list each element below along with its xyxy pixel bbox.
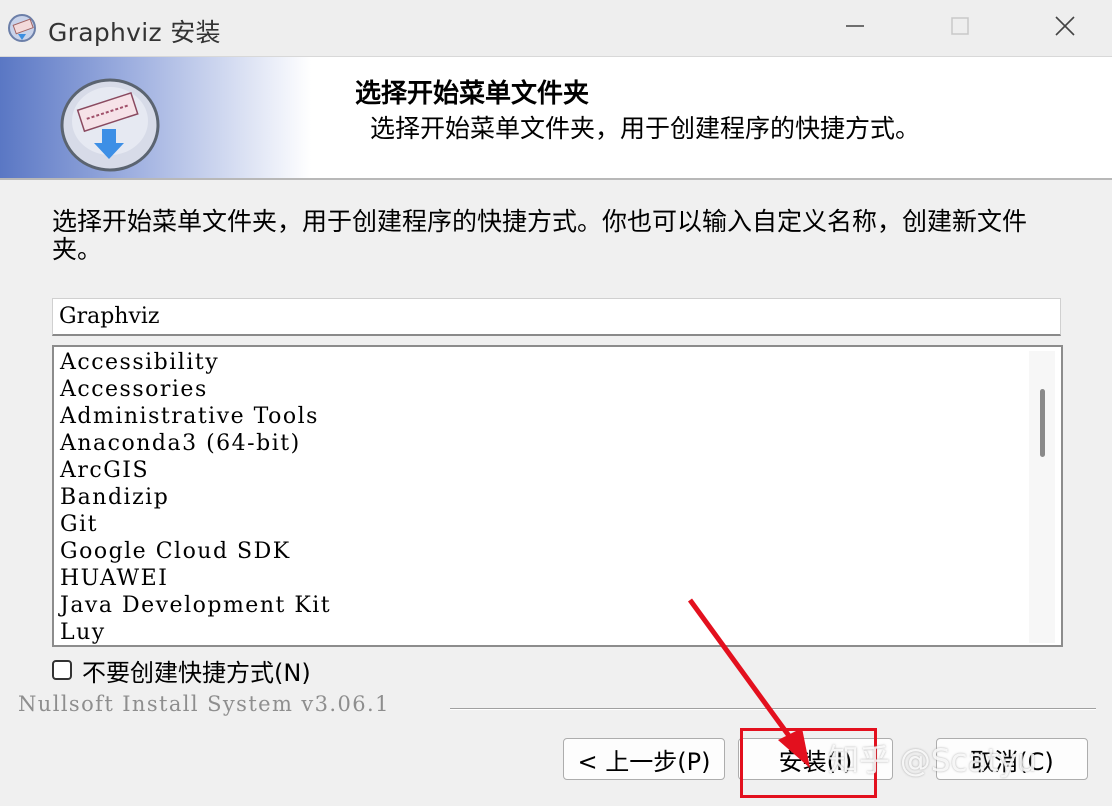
list-item[interactable]: Accessibility <box>60 349 331 376</box>
list-item[interactable]: Bandizip <box>60 484 331 511</box>
maximize-button[interactable] <box>930 6 990 50</box>
cancel-button[interactable]: 取消(C) <box>936 738 1088 780</box>
no-shortcuts-option[interactable]: 不要创建快捷方式(N) <box>52 656 311 687</box>
wizard-header: 选择开始菜单文件夹 选择开始菜单文件夹，用于创建程序的快捷方式。 <box>0 57 1112 180</box>
list-item[interactable]: ArcGIS <box>60 457 331 484</box>
no-shortcuts-checkbox[interactable] <box>52 660 72 680</box>
list-item[interactable]: Luy <box>60 619 331 645</box>
list-item[interactable]: Anaconda3 (64-bit) <box>60 430 331 457</box>
list-item[interactable]: Accessories <box>60 376 331 403</box>
nsis-branding-text: Nullsoft Install System v3.06.1 <box>18 692 390 716</box>
instruction-text: 选择开始菜单文件夹，用于创建程序的快捷方式。你也可以输入自定义名称，创建新文件夹… <box>52 207 1028 264</box>
maximize-icon <box>948 14 972 42</box>
start-menu-folder-input[interactable] <box>52 298 1061 336</box>
list-item[interactable]: Git <box>60 511 331 538</box>
list-item[interactable]: Java Development Kit <box>60 592 331 619</box>
close-icon <box>1052 13 1078 43</box>
title-bar: Graphviz 安装 <box>0 0 1112 57</box>
vertical-scrollbar[interactable] <box>1029 351 1055 643</box>
installer-logo-icon <box>58 73 168 173</box>
close-button[interactable] <box>1035 6 1095 50</box>
branding-divider <box>450 708 1096 710</box>
list-item[interactable]: HUAWEI <box>60 565 331 592</box>
window-title: Graphviz 安装 <box>48 18 221 47</box>
header-subtitle: 选择开始菜单文件夹，用于创建程序的快捷方式。 <box>370 114 921 143</box>
list-item[interactable]: Google Cloud SDK <box>60 538 331 565</box>
no-shortcuts-label[interactable]: 不要创建快捷方式(N) <box>82 653 311 688</box>
list-item[interactable]: Administrative Tools <box>60 403 331 430</box>
header-title: 选择开始菜单文件夹 <box>355 79 590 109</box>
scrollbar-thumb[interactable] <box>1040 389 1045 457</box>
start-menu-folder-list[interactable]: Accessibility Accessories Administrative… <box>52 345 1063 647</box>
minimize-button[interactable] <box>825 6 885 50</box>
back-button[interactable]: < 上一步(P) <box>563 738 725 780</box>
minimize-icon <box>843 14 867 42</box>
installer-app-icon <box>6 10 42 46</box>
install-button[interactable]: 安装(I) <box>738 738 893 780</box>
